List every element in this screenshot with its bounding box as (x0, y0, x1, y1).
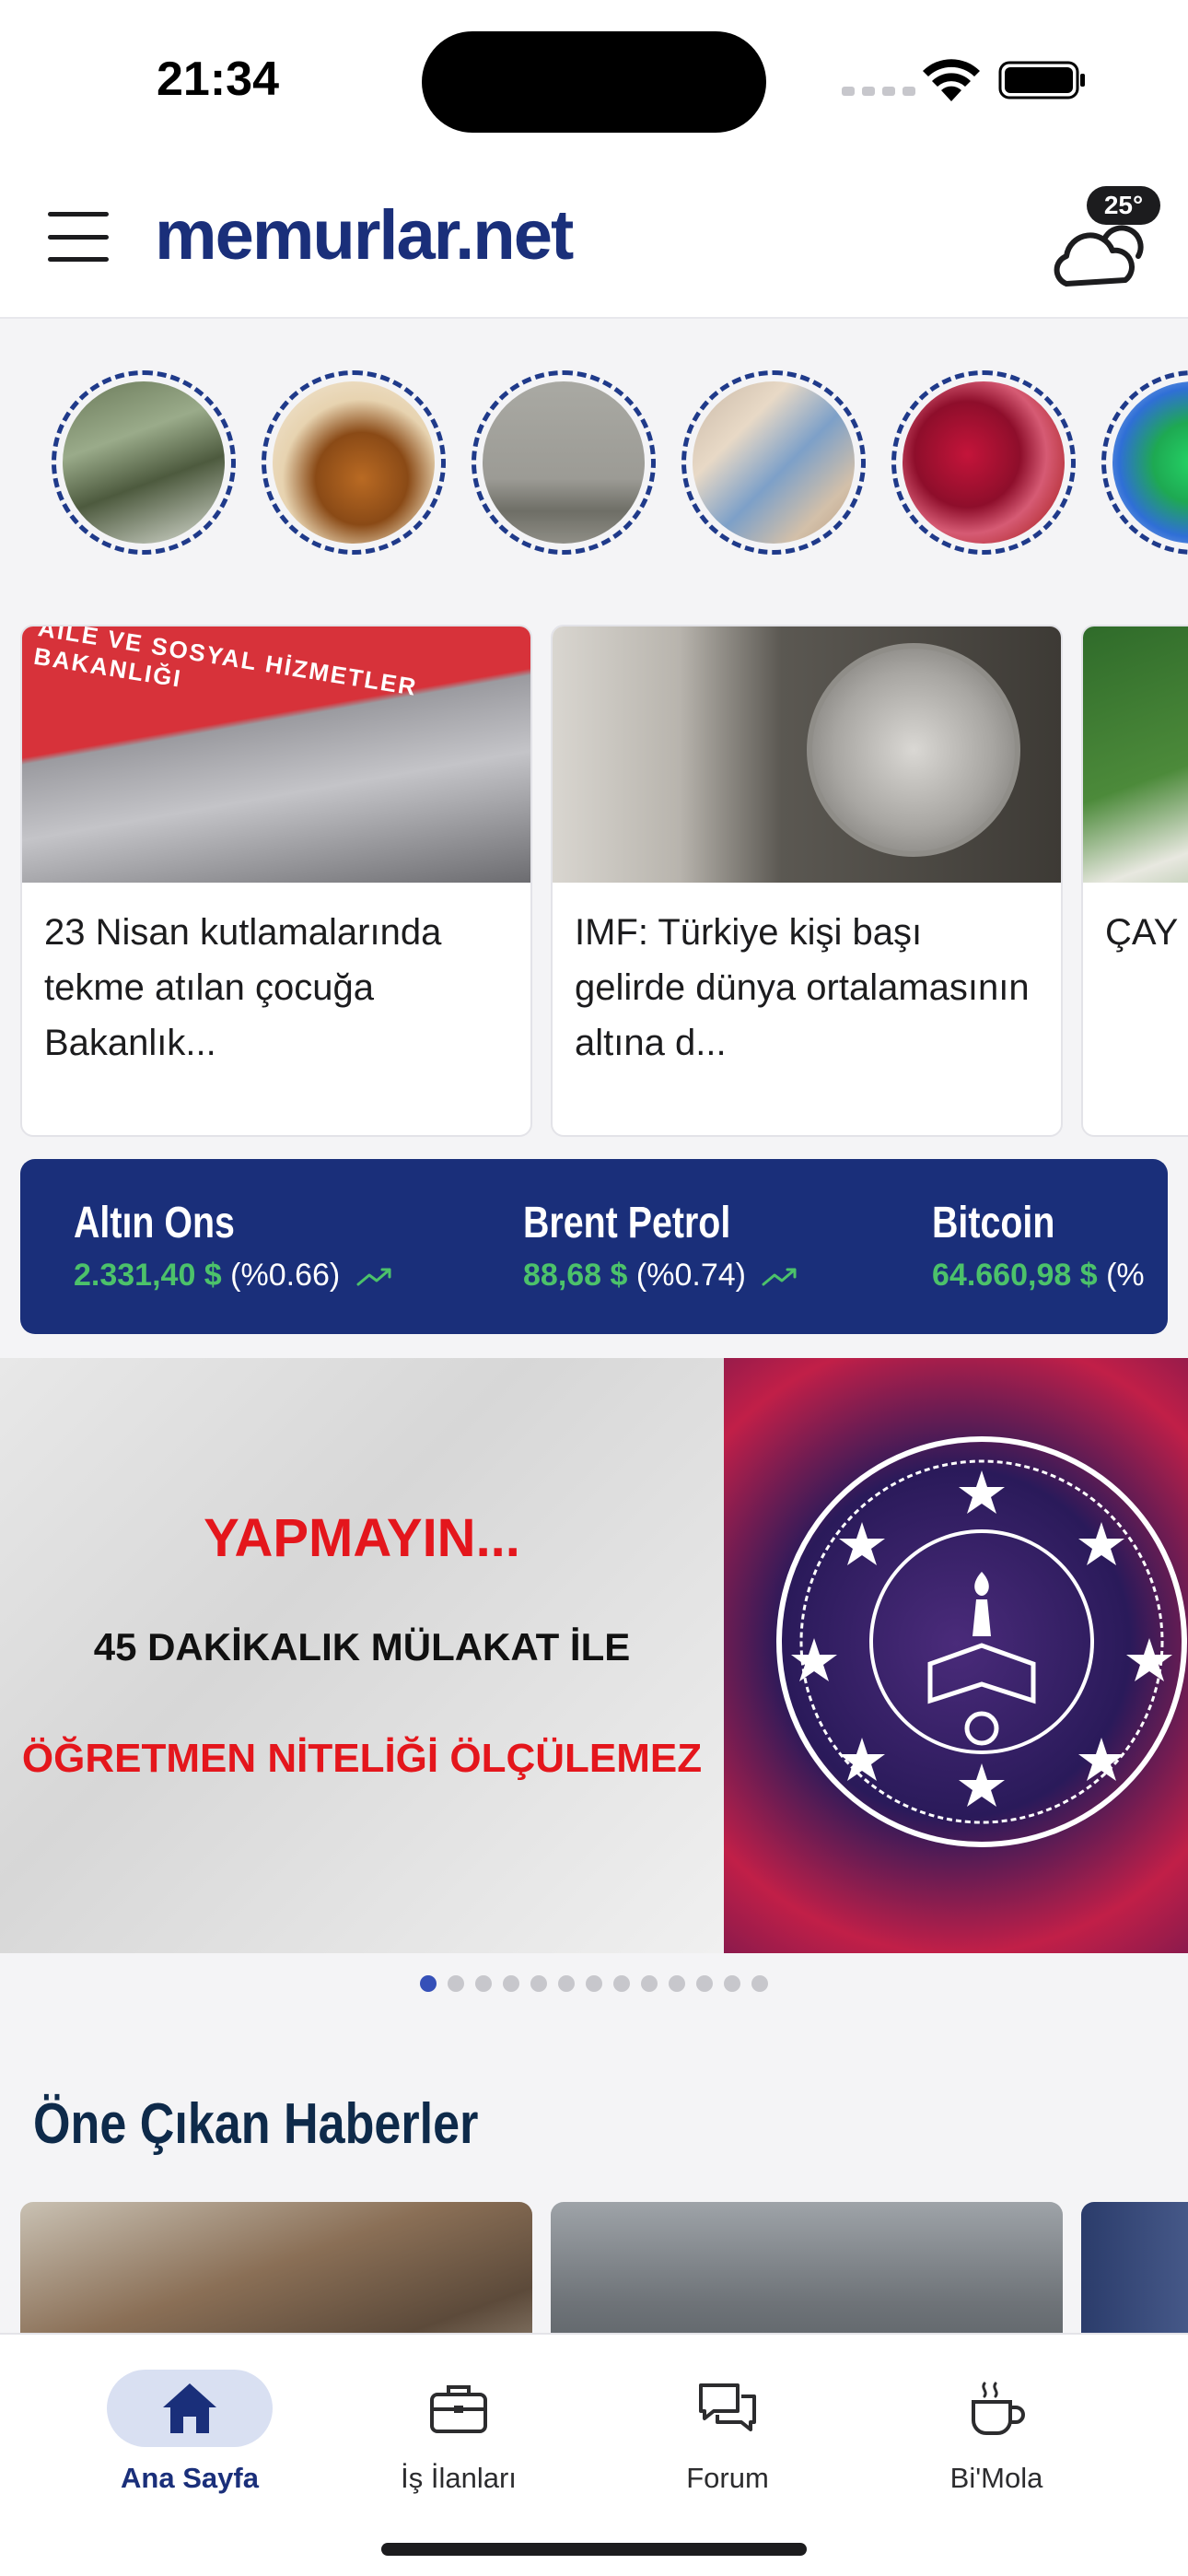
ministry-building-photo: AİLE VE SOSYAL HİZMETLER BAKANLIĞI (22, 626, 530, 883)
market-change: (% (1106, 1258, 1145, 1293)
story-item[interactable] (1101, 370, 1188, 555)
status-time: 21:34 (157, 53, 279, 106)
bottom-tab-bar: Ana Sayfa İş İlanları Forum Bi'Mola (0, 2333, 1188, 2576)
market-name: Altın Ons (74, 1199, 235, 1247)
tab-label: İş İlanları (401, 2462, 517, 2494)
pager-dot[interactable] (586, 1975, 602, 1992)
story-item[interactable] (262, 370, 446, 555)
brand-logo[interactable]: memurlar.net (155, 195, 574, 275)
cellular-signal-icon (842, 87, 915, 96)
beet-juice-photo (903, 381, 1065, 544)
market-value: 2.331,40 $ (74, 1258, 222, 1293)
ministry-sign: AİLE VE SOSYAL HİZMETLER BAKANLIĞI (31, 625, 420, 701)
pager-dot[interactable] (420, 1975, 437, 1992)
news-card[interactable]: ÇAY mev... (1081, 625, 1188, 1137)
meb-seal-icon (776, 1436, 1187, 1847)
chat-icon (699, 2383, 756, 2431)
tab-bimola[interactable]: Bi'Mola (877, 2370, 1116, 2508)
trend-up-icon (762, 1268, 797, 1286)
market-change: (%0.74) (635, 1258, 746, 1293)
temperature-badge: 25° (1087, 186, 1160, 225)
whatsapp-photo (1112, 381, 1188, 544)
pager-dot[interactable] (669, 1975, 685, 1992)
tab-label: Forum (686, 2462, 769, 2494)
pouring-liquid-photo (273, 381, 435, 544)
soldiers-photo (63, 381, 225, 544)
section-title: Öne Çıkan Haberler (33, 2092, 479, 2156)
tab-home[interactable]: Ana Sayfa (70, 2370, 309, 2508)
pager-dot[interactable] (448, 1975, 464, 1992)
featured-news-carousel (0, 2202, 1188, 2349)
story-item[interactable] (472, 370, 656, 555)
banner-text-panel: YAPMAYIN... 45 DAKİKALIK MÜLAKAT İLE ÖĞR… (0, 1358, 724, 1953)
home-icon (163, 2383, 216, 2433)
market-name: Brent Petrol (523, 1199, 731, 1247)
carousel-pager[interactable] (0, 1975, 1188, 1992)
promo-banner[interactable]: YAPMAYIN... 45 DAKİKALIK MÜLAKAT İLE ÖĞR… (0, 1358, 1188, 1953)
turkish-lira-photo (693, 381, 855, 544)
battery-icon (998, 61, 1085, 100)
home-indicator (381, 2543, 807, 2556)
imf-building-photo (553, 626, 1061, 883)
story-item[interactable] (891, 370, 1076, 555)
market-ticker[interactable]: Altın Ons 2.331,40 $ (%0.66) Brent Petro… (20, 1159, 1168, 1334)
banner-tagline: ÖĞRETMEN NİTELİĞİ ÖLÇÜLEMEZ (21, 1736, 703, 1781)
pager-dot[interactable] (724, 1975, 740, 1992)
pager-dot[interactable] (503, 1975, 519, 1992)
pager-dot[interactable] (530, 1975, 547, 1992)
dynamic-island (422, 31, 766, 133)
wifi-icon (923, 59, 980, 101)
news-card[interactable]: IMF: Türkiye kişi başı gelirde dünya ort… (551, 625, 1063, 1137)
news-title: 23 Nisan kutlamalarında tekme atılan çoc… (44, 912, 442, 1063)
news-title: IMF: Türkiye kişi başı gelirde dünya ort… (575, 912, 1030, 1063)
pager-dot[interactable] (558, 1975, 575, 1992)
weather-button[interactable]: 25° (1039, 186, 1168, 297)
market-name: Bitcoin (932, 1199, 1055, 1247)
pager-dot[interactable] (613, 1975, 630, 1992)
foggy-city-photo (483, 381, 645, 544)
banner-subline: 45 DAKİKALIK MÜLAKAT İLE (93, 1625, 631, 1669)
pager-dot[interactable] (641, 1975, 658, 1992)
briefcase-icon (430, 2385, 487, 2433)
pager-dot[interactable] (751, 1975, 768, 1992)
tab-jobs[interactable]: İş İlanları (339, 2370, 578, 2508)
market-item: Brent Petrol 88,68 $ (%0.74) (523, 1198, 798, 1294)
status-bar: 21:34 (0, 0, 1188, 158)
market-item: Bitcoin 64.660,98 $ (% (932, 1198, 1145, 1294)
story-item[interactable] (52, 370, 236, 555)
coffee-icon (972, 2382, 1025, 2435)
trend-up-icon (356, 1268, 391, 1286)
tab-forum[interactable]: Forum (608, 2370, 847, 2508)
featured-news-card[interactable] (20, 2202, 532, 2349)
cloud-icon (1054, 225, 1144, 287)
story-item[interactable] (681, 370, 866, 555)
tea-field-photo (1083, 626, 1188, 883)
tab-label: Bi'Mola (949, 2462, 1043, 2494)
app-header: memurlar.net 25° (0, 158, 1188, 319)
news-title: ÇAY mev... (1105, 912, 1188, 953)
pager-dot[interactable] (475, 1975, 492, 1992)
news-carousel: AİLE VE SOSYAL HİZMETLER BAKANLIĞI 23 Ni… (0, 625, 1188, 1141)
stories-row (0, 365, 1188, 558)
hamburger-menu-icon[interactable] (48, 212, 109, 262)
market-item: Altın Ons 2.331,40 $ (%0.66) (74, 1198, 393, 1294)
tab-label: Ana Sayfa (121, 2462, 259, 2494)
banner-headline: YAPMAYIN... (204, 1508, 520, 1568)
news-card[interactable]: AİLE VE SOSYAL HİZMETLER BAKANLIĞI 23 Ni… (20, 625, 532, 1137)
market-value: 88,68 $ (523, 1258, 628, 1293)
market-change: (%0.66) (230, 1258, 341, 1293)
banner-image-panel (724, 1358, 1188, 1953)
featured-news-card[interactable] (1081, 2202, 1188, 2349)
featured-news-card[interactable] (551, 2202, 1063, 2349)
pager-dot[interactable] (696, 1975, 713, 1992)
market-value: 64.660,98 $ (932, 1258, 1098, 1293)
